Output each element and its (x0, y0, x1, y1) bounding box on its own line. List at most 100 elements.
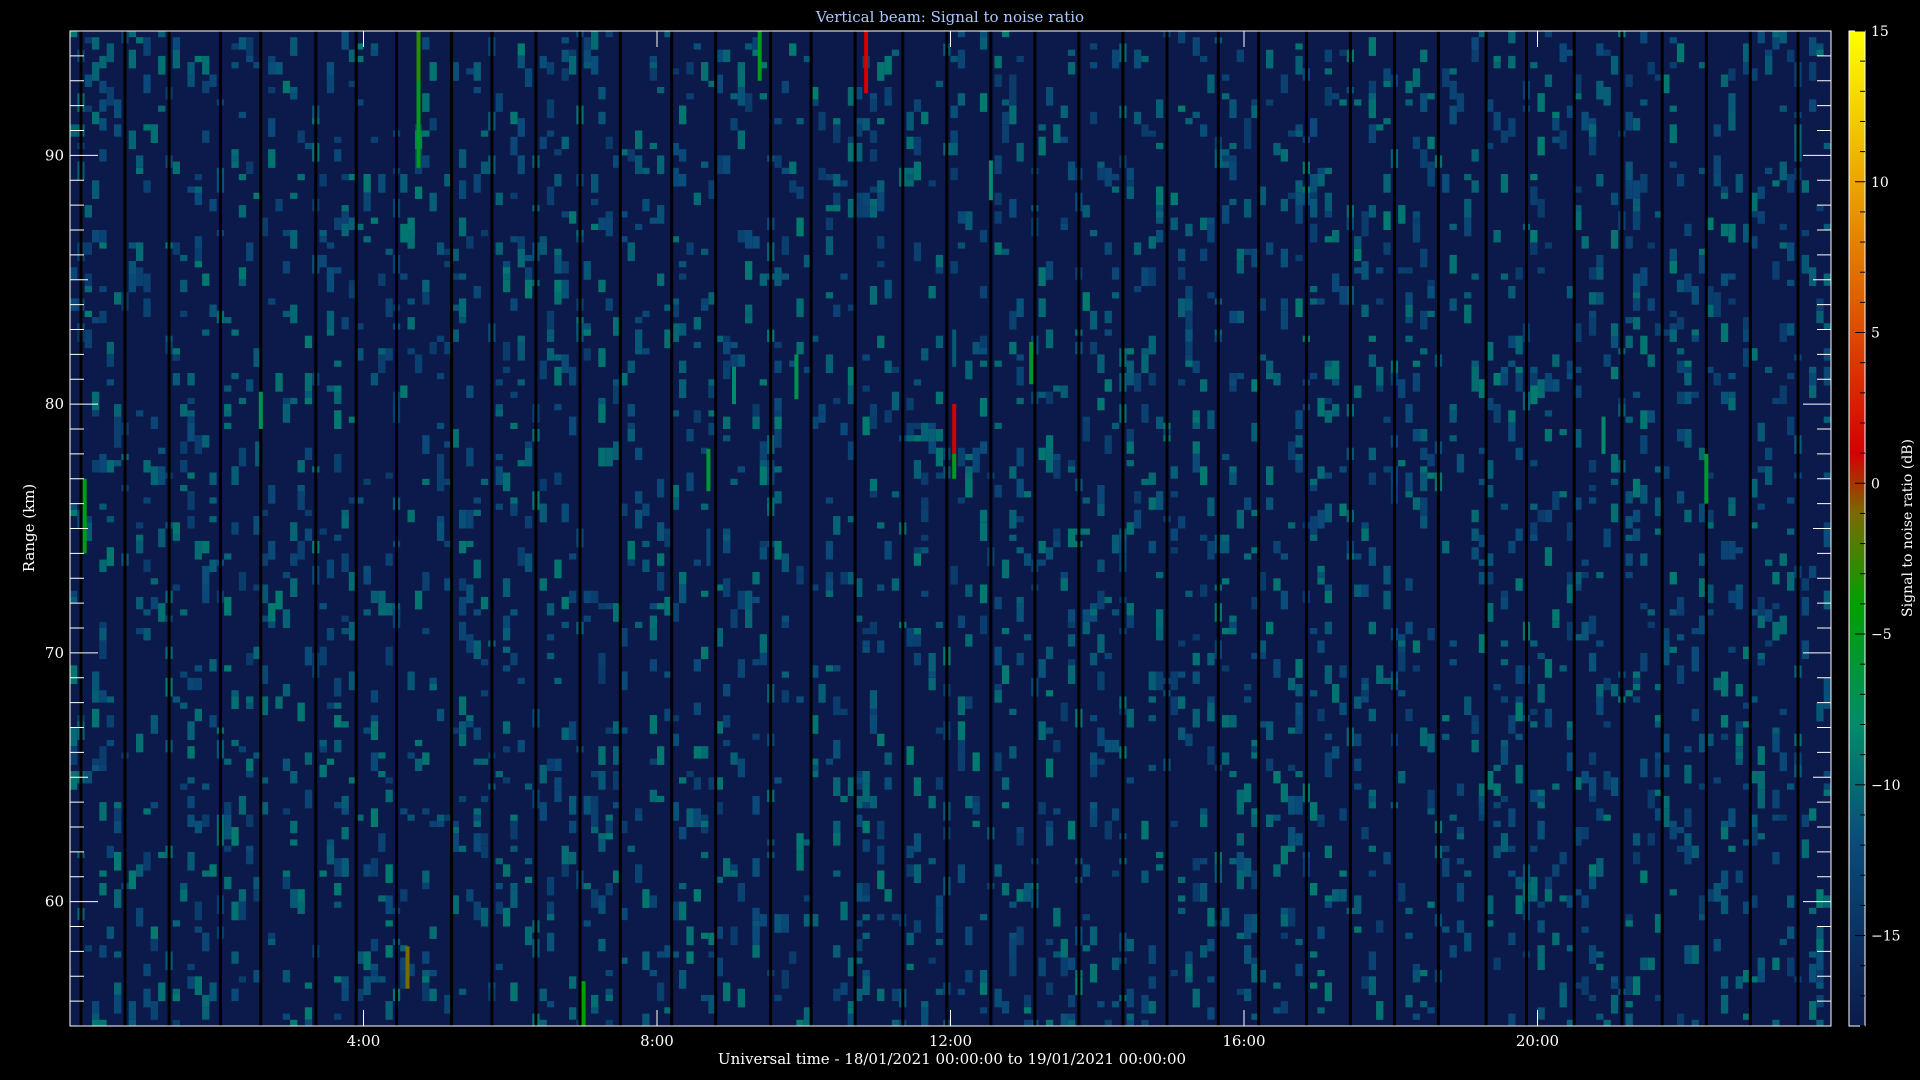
noise-cell (818, 410, 826, 417)
noise-cell (1427, 93, 1435, 100)
noise-cell (1222, 205, 1230, 224)
noise-cell (833, 833, 841, 846)
noise-cell (657, 795, 665, 803)
noise-cell (730, 341, 738, 349)
noise-cell (1310, 478, 1318, 485)
noise-cell (1317, 466, 1325, 479)
noise-cell (539, 764, 547, 784)
noise-cell (1787, 242, 1795, 262)
noise-cell (546, 310, 555, 330)
noise-cell (1669, 310, 1677, 317)
noise-cell (1067, 957, 1076, 970)
noise-cell (1133, 373, 1142, 392)
noise-cell (92, 391, 100, 411)
noise-cell (1009, 746, 1017, 759)
noise-cell (1324, 901, 1332, 908)
noise-cell (884, 889, 892, 902)
noise-cell (1610, 453, 1619, 473)
noise-cell (136, 864, 144, 877)
noise-cell (84, 329, 92, 349)
noise-cell (1398, 652, 1406, 672)
noise-cell (1170, 466, 1178, 479)
noise-cell (231, 522, 239, 535)
noise-cell (1610, 684, 1619, 697)
noise-cell (825, 540, 834, 560)
noise-cell (1449, 223, 1457, 230)
noise-cell (172, 696, 180, 703)
noise-cell (1684, 373, 1692, 386)
noise-cell (304, 397, 313, 405)
noise-cell (1089, 62, 1098, 69)
noise-cell (1156, 609, 1164, 628)
noise-cell (1156, 572, 1164, 579)
noise-cell (921, 1007, 929, 1026)
noise-cell (92, 410, 100, 417)
noise-cell (1676, 1013, 1685, 1026)
noise-cell (935, 335, 944, 349)
noise-cell (957, 721, 966, 740)
noise-cell (994, 690, 1002, 697)
noise-cell (1273, 540, 1281, 554)
noise-cell (1354, 783, 1362, 790)
noise-cell (1625, 180, 1633, 187)
noise-cell (913, 652, 922, 666)
noise-cell (1332, 684, 1340, 703)
noise-cell (1192, 441, 1200, 454)
noise-cell (1178, 671, 1186, 678)
noise-cell (1288, 845, 1296, 852)
noise-cell (407, 348, 415, 355)
noise-cell (1200, 55, 1208, 63)
noise-cell (1669, 261, 1677, 274)
noise-cell (1009, 932, 1017, 939)
noise-cell (158, 982, 166, 1002)
noise-cell (458, 603, 467, 616)
noise-cell (246, 851, 254, 865)
noise-cell (1089, 963, 1098, 983)
noise-cell (833, 205, 841, 212)
noise-cell (304, 982, 313, 989)
noise-cell (99, 453, 107, 473)
noise-cell (1207, 540, 1215, 560)
colorbar-tick-label: −5 (1871, 627, 1892, 643)
noise-cell (1060, 938, 1068, 958)
noise-cell (884, 410, 892, 423)
echo-mark (258, 391, 263, 429)
noise-cell (246, 37, 254, 56)
y-axis-label: Range (km) (20, 484, 38, 573)
noise-cell (679, 149, 687, 162)
noise-cell (1530, 186, 1538, 206)
noise-cell (517, 118, 525, 137)
noise-cell (414, 758, 423, 771)
noise-cell (657, 273, 665, 286)
noise-cell (1038, 267, 1046, 286)
noise-cell (546, 652, 555, 660)
noise-cell (1405, 80, 1413, 94)
noise-cell (290, 820, 298, 834)
noise-cell (1009, 74, 1017, 87)
noise-cell (1324, 590, 1332, 604)
noise-cell (1713, 938, 1721, 952)
noise-cell (268, 298, 276, 305)
noise-cell (194, 55, 202, 63)
data-gap (1304, 31, 1308, 1026)
noise-cell (1354, 99, 1362, 106)
noise-cell (957, 615, 966, 628)
noise-cell (363, 572, 371, 585)
noise-cell (326, 845, 335, 865)
noise-cell (1581, 895, 1589, 908)
noise-cell (326, 385, 335, 392)
noise-cell (1508, 808, 1516, 827)
noise-cell (429, 970, 437, 977)
noise-cell (1596, 80, 1604, 100)
noise-cell (561, 68, 569, 81)
noise-cell (1016, 478, 1024, 498)
noise-cell (480, 795, 489, 803)
noise-cell (524, 926, 533, 946)
noise-cell (517, 460, 525, 467)
noise-cell (458, 298, 467, 318)
noise-cell (1038, 447, 1046, 461)
noise-cell (1207, 976, 1215, 983)
noise-cell (569, 721, 577, 740)
noise-cell (319, 603, 327, 610)
noise-cell (862, 783, 870, 803)
